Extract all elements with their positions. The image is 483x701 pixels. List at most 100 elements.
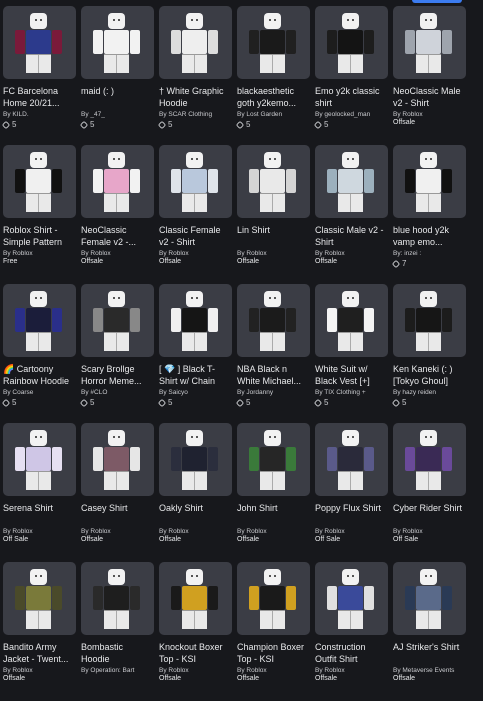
item-thumbnail[interactable] — [315, 6, 388, 79]
item-creator[interactable]: By Saicyo — [159, 388, 232, 397]
item-title[interactable]: Oakly Shirt — [159, 502, 232, 526]
item-creator[interactable]: By TIX Clothing + — [315, 388, 388, 397]
catalog-item-card[interactable]: White Suit w/ Black Vest [+] By TIX Clot… — [313, 284, 388, 423]
catalog-item-card[interactable]: blackaesthetic goth y2kemo... By Lost Ga… — [235, 6, 310, 145]
catalog-item-card[interactable]: John Shirt By Roblox Offsale — [237, 423, 310, 562]
item-creator[interactable]: By Roblox — [3, 249, 76, 258]
item-thumbnail[interactable] — [159, 6, 232, 79]
item-creator[interactable]: By Roblox — [3, 666, 76, 675]
catalog-item-card[interactable]: Roblox Shirt - Simple Pattern By Roblox … — [3, 145, 76, 284]
item-title[interactable]: blue hood y2k vamp emo... — [393, 224, 466, 248]
item-title[interactable]: Classic Male v2 - Shirt — [315, 224, 388, 248]
catalog-item-card[interactable]: AJ Striker's Shirt By Metaverse Events O… — [393, 562, 466, 701]
item-thumbnail[interactable] — [393, 562, 466, 635]
catalog-item-card[interactable]: Bandito Army Jacket - Twent... By Roblox… — [3, 562, 76, 701]
catalog-item-card[interactable]: Oakly Shirt By Roblox Offsale — [159, 423, 232, 562]
item-creator[interactable]: By SCAR Clothing — [159, 110, 232, 119]
item-title[interactable]: Champion Boxer Top - KSI — [237, 641, 310, 665]
item-thumbnail[interactable] — [3, 423, 76, 496]
item-creator[interactable]: By Roblox — [237, 666, 310, 675]
item-title[interactable]: Cyber Rider Shirt — [393, 502, 466, 526]
item-creator[interactable]: By _47_ — [81, 110, 154, 119]
catalog-item-card[interactable]: Classic Female v2 - Shirt By Roblox Offs… — [159, 145, 232, 284]
catalog-item-card[interactable]: Ken Kaneki (: ) [Tokyo Ghoul] By hazy re… — [391, 284, 466, 423]
catalog-item-card[interactable]: NeoClassic Male v2 - Shirt By Roblox Off… — [393, 6, 466, 145]
item-creator[interactable]: By Roblox — [159, 666, 232, 675]
item-title[interactable]: blackaesthetic goth y2kemo... — [237, 85, 310, 109]
item-title[interactable]: 🌈 Cartoony Rainbow Hoodie — [3, 363, 76, 387]
item-thumbnail[interactable] — [393, 423, 466, 496]
item-creator[interactable]: By Roblox — [159, 527, 232, 536]
item-title[interactable]: Bandito Army Jacket - Twent... — [3, 641, 76, 665]
catalog-item-card[interactable]: maid (: ) By _47_ 5 — [79, 6, 154, 145]
catalog-item-card[interactable]: Emo y2k classic shirt By geolocked_man 5 — [313, 6, 388, 145]
item-thumbnail[interactable] — [393, 145, 466, 218]
item-title[interactable]: John Shirt — [237, 502, 310, 526]
item-title[interactable]: Knockout Boxer Top - KSI — [159, 641, 232, 665]
item-thumbnail[interactable] — [315, 562, 388, 635]
item-thumbnail[interactable] — [237, 145, 310, 218]
item-thumbnail[interactable] — [81, 562, 154, 635]
item-creator[interactable]: By Operation: Bart — [81, 666, 154, 675]
item-thumbnail[interactable] — [315, 284, 388, 357]
item-thumbnail[interactable] — [3, 145, 76, 218]
item-thumbnail[interactable] — [159, 145, 232, 218]
item-title[interactable]: Scary Brollge Horror Meme... — [81, 363, 154, 387]
item-title[interactable]: NeoClassic Male v2 - Shirt — [393, 85, 466, 109]
top-action-button[interactable] — [412, 0, 462, 3]
item-thumbnail[interactable] — [81, 145, 154, 218]
item-thumbnail[interactable] — [3, 562, 76, 635]
item-thumbnail[interactable] — [237, 6, 310, 79]
catalog-item-card[interactable]: Champion Boxer Top - KSI By Roblox Offsa… — [237, 562, 310, 701]
item-title[interactable]: Poppy Flux Shirt — [315, 502, 388, 526]
item-creator[interactable]: By Roblox — [315, 666, 388, 675]
item-creator[interactable]: By Roblox — [393, 110, 466, 119]
item-title[interactable]: Classic Female v2 - Shirt — [159, 224, 232, 248]
item-thumbnail[interactable] — [81, 423, 154, 496]
catalog-item-card[interactable]: Poppy Flux Shirt By Roblox Off Sale — [315, 423, 388, 562]
catalog-item-card[interactable]: Construction Outfit Shirt By Roblox Offs… — [315, 562, 388, 701]
catalog-item-card[interactable]: Classic Male v2 - Shirt By Roblox Offsal… — [315, 145, 388, 284]
item-title[interactable]: Construction Outfit Shirt — [315, 641, 388, 665]
item-creator[interactable]: By Roblox — [237, 249, 310, 258]
catalog-item-card[interactable]: Knockout Boxer Top - KSI By Roblox Offsa… — [159, 562, 232, 701]
item-creator[interactable]: By Roblox — [315, 527, 388, 536]
item-creator[interactable]: By Metaverse Events — [393, 666, 466, 675]
catalog-item-card[interactable]: † White Graphic Hoodie By SCAR Clothing … — [157, 6, 232, 145]
item-thumbnail[interactable] — [3, 6, 76, 79]
item-thumbnail[interactable] — [393, 6, 466, 79]
item-creator[interactable]: By Coarse — [3, 388, 76, 397]
item-thumbnail[interactable] — [237, 562, 310, 635]
item-creator[interactable]: By Roblox — [393, 527, 466, 536]
item-title[interactable]: Casey Shirt — [81, 502, 154, 526]
item-thumbnail[interactable] — [159, 562, 232, 635]
catalog-item-card[interactable]: FC Barcelona Home 20/21... By KILD. 5 — [1, 6, 76, 145]
item-title[interactable]: † White Graphic Hoodie — [159, 85, 232, 109]
item-creator[interactable]: By: inzei : — [393, 249, 466, 258]
item-creator[interactable]: By Roblox — [315, 249, 388, 258]
item-title[interactable]: AJ Striker's Shirt — [393, 641, 466, 665]
item-title[interactable]: NeoClassic Female v2 -... — [81, 224, 154, 248]
catalog-item-card[interactable]: Scary Brollge Horror Meme... By #CLO 5 — [79, 284, 154, 423]
item-creator[interactable]: By Roblox — [237, 527, 310, 536]
catalog-item-card[interactable]: Lin Shirt By Roblox Offsale — [237, 145, 310, 284]
item-creator[interactable]: By KILD. — [3, 110, 76, 119]
item-title[interactable]: FC Barcelona Home 20/21... — [3, 85, 76, 109]
item-thumbnail[interactable] — [237, 423, 310, 496]
item-thumbnail[interactable] — [315, 145, 388, 218]
catalog-item-card[interactable]: Bombastic Hoodie By Operation: Bart — [81, 562, 154, 701]
catalog-item-card[interactable]: NBA Black n White Michael... By Jordanny… — [235, 284, 310, 423]
item-thumbnail[interactable] — [81, 6, 154, 79]
item-creator[interactable]: By Roblox — [81, 249, 154, 258]
catalog-item-card[interactable]: Serena Shirt By Roblox Off Sale — [3, 423, 76, 562]
item-title[interactable]: White Suit w/ Black Vest [+] — [315, 363, 388, 387]
item-thumbnail[interactable] — [393, 284, 466, 357]
item-creator[interactable]: By hazy reiden — [393, 388, 466, 397]
item-thumbnail[interactable] — [81, 284, 154, 357]
item-title[interactable]: Lin Shirt — [237, 224, 310, 248]
catalog-item-card[interactable]: blue hood y2k vamp emo... By: inzei : 7 — [391, 145, 466, 284]
item-title[interactable]: Roblox Shirt - Simple Pattern — [3, 224, 76, 248]
item-creator[interactable]: By Roblox — [3, 527, 76, 536]
item-title[interactable]: maid (: ) — [81, 85, 154, 109]
item-thumbnail[interactable] — [237, 284, 310, 357]
